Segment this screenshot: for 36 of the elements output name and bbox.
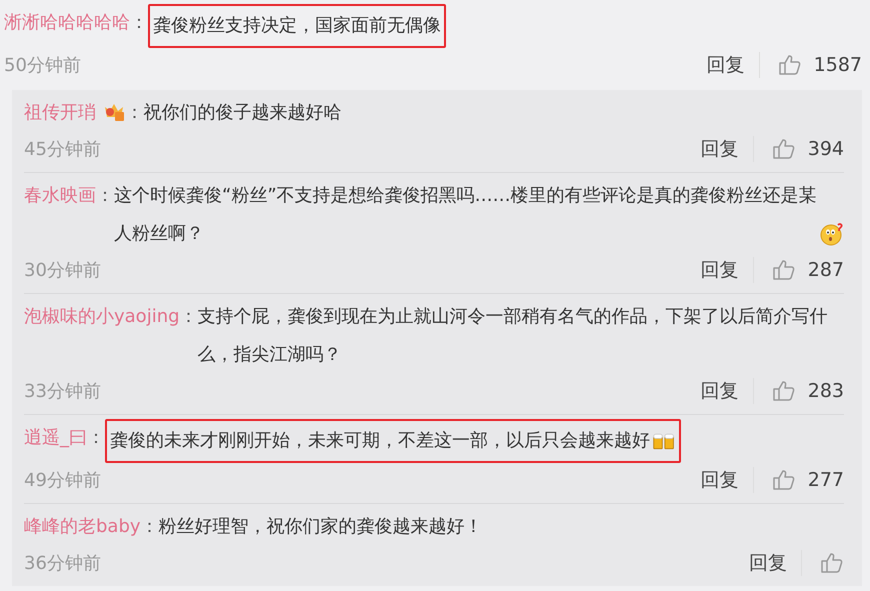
like-count: 394 — [808, 138, 844, 160]
reply-link[interactable]: 回复 — [700, 378, 754, 404]
colon: ： — [140, 516, 159, 537]
colon: ： — [180, 306, 198, 327]
timestamp: 36分钟前 — [24, 552, 102, 575]
comment-text: 龚俊粉丝支持决定，国家面前无偶像 — [153, 14, 441, 38]
like-count: 1587 — [814, 54, 862, 76]
comment-text: 龚俊的未来才刚刚开始，未来可期，不差这一部，以后只会越来越好 — [110, 429, 650, 453]
reply-link[interactable]: 回复 — [700, 467, 754, 493]
reply-link[interactable]: 回复 — [700, 257, 754, 283]
timestamp: 49分钟前 — [24, 469, 102, 492]
reply-link[interactable]: 回复 — [749, 550, 802, 576]
colon: ： — [96, 185, 114, 206]
like-count: 287 — [808, 259, 844, 281]
comment-text: 支持个屁，龚俊到现在为止就山河令一部稍有名气的作品，下架了以后简介写什么，指尖江湖吗？ — [198, 305, 829, 367]
colon: ： — [126, 102, 144, 123]
like-count: 277 — [808, 469, 844, 491]
surprised-face-icon — [820, 222, 844, 246]
comment-text: 粉丝好理智，祝你们家的龚俊越来越好！ — [158, 515, 483, 539]
colon: ： — [130, 12, 148, 33]
thumbs-up-icon[interactable] — [772, 379, 796, 403]
timestamp: 50分钟前 — [4, 54, 82, 77]
thumbs-up-icon[interactable] — [772, 468, 796, 492]
like-count: 283 — [808, 380, 844, 402]
thumbs-up-icon[interactable] — [772, 258, 796, 282]
reply-link[interactable]: 回复 — [706, 52, 760, 78]
thumbs-up-icon[interactable] — [778, 53, 802, 77]
comment-text: 祝你们的俊子越来越好哈 — [144, 101, 342, 125]
timestamp: 33分钟前 — [24, 380, 102, 403]
colon: ： — [87, 427, 105, 448]
reply-link[interactable]: 回复 — [700, 136, 754, 162]
comment-text: 这个时候龚俊“粉丝”不支持是想给龚俊招黑吗……楼里的有些评论是真的龚俊粉丝还是某人粉丝啊？ — [114, 184, 818, 246]
thumbs-up-icon[interactable] — [772, 137, 796, 161]
thumbs-up-icon[interactable] — [820, 551, 844, 575]
timestamp: 45分钟前 — [24, 138, 102, 161]
timestamp: 30分钟前 — [24, 259, 102, 282]
